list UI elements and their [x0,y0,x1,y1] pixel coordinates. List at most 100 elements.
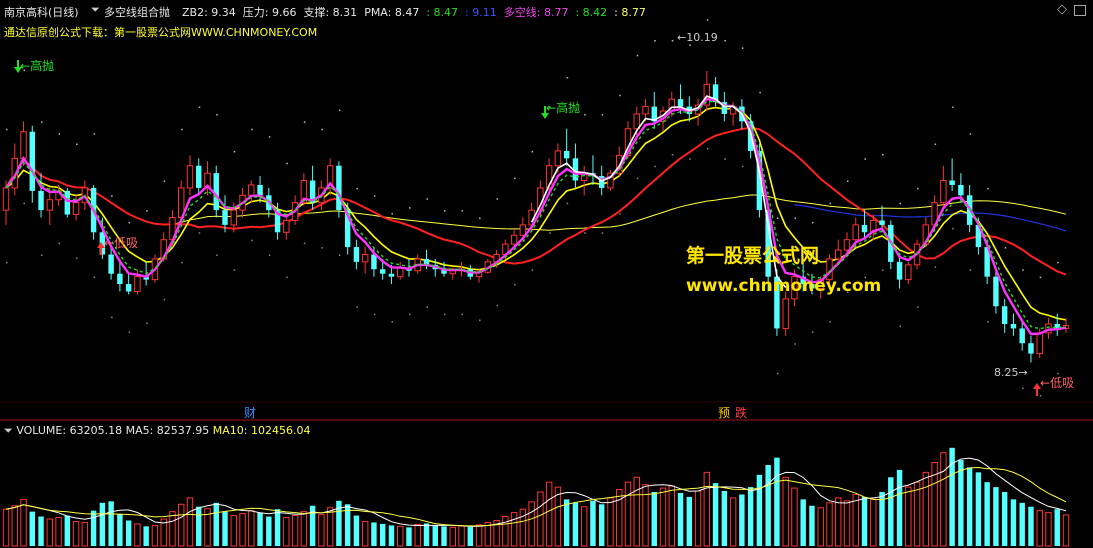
support-dot [654,165,656,168]
chart-header: 南京高科(日线) ⏷ 多空线组合抛 ZB2: 9.34 压力: 9.66 支撑: 8… [0,2,1093,20]
support-dot [496,304,499,307]
candle-body-up [230,209,237,226]
diamond-nav-icon[interactable]: ◇ [1057,2,1067,17]
volume-bar-up [46,518,54,547]
indicator-name[interactable]: 多空线组合抛 [104,4,170,20]
volume-bar-down [423,523,430,546]
pressure-dot [321,128,323,131]
candle-body-up [782,298,789,329]
volume-bar-up [186,497,194,547]
candle-body-up [2,187,10,211]
volume-bar-up [169,511,176,547]
volume-bar-down [467,526,474,546]
candle-body-down [117,273,123,285]
candle-body-up [642,106,649,115]
volume-bar-up [81,521,89,547]
volume-value: VOLUME: 63205.18 [16,424,123,437]
candle-body-down [677,99,684,107]
support-dot [111,316,113,319]
pressure-dot [619,94,621,97]
volume-bar-up [1036,510,1043,547]
candle-body-down [1028,343,1034,354]
support-dot [373,313,376,316]
support-dot [181,261,183,264]
volume-bar-up [870,498,877,547]
volume-bar-up [519,508,527,547]
support-dot [952,227,954,230]
volume-bar-down [143,526,149,546]
volume-bar-down [371,522,377,546]
indicator-value-3: PMA: 8.47 [364,6,420,19]
volume-bar-down [117,514,123,546]
candle-body-down [563,150,570,159]
volume-bar-up [396,525,404,547]
pressure-dot [303,121,306,123]
moving-average-lines [5,19,1067,397]
volume-bar-down [651,492,657,546]
volume-bar-down [213,502,219,546]
volume-bar-up [300,511,308,547]
window-restore-icon[interactable] [1074,5,1086,16]
candle-body-up [510,234,518,245]
volume-bar-down [975,472,982,546]
volume-ma10: MA10: 102456.04 [212,424,311,437]
volume-bar-down [993,487,999,546]
watermark-url: www.chnmoney.com [686,276,882,296]
pressure-dot [759,91,761,94]
pressure-dot [934,143,937,146]
pressure-dot [987,187,989,190]
support-dot [128,331,131,333]
pressure-dot [636,54,639,57]
support-dot [917,306,919,308]
collapse-triangle-icon[interactable]: ⏷ [4,424,13,437]
volume-bar-down [222,511,228,546]
support-dot [93,276,96,279]
indicator-value-2: 支撑: 8.31 [303,6,358,19]
support-dot [321,247,323,249]
pressure-dot [829,202,831,205]
volume-bar-up [475,524,483,547]
candle-body-down [958,184,964,196]
volume-bar-down [125,520,132,546]
candle-body-down [257,184,263,196]
volume-bar-up [913,481,921,547]
support-dot [1039,395,1042,397]
volume-bar-down [809,505,815,546]
volume-bars [2,447,1070,547]
stock-title[interactable]: 南京高科(日线) [4,4,79,20]
pressure-dot [111,195,113,197]
volume-bar-up [502,516,509,547]
pressure-dot [163,180,166,183]
pressure-dot [531,150,534,153]
volume-bar-down [379,523,386,546]
pressure-dot [689,44,691,46]
indicator-value-0: ZB2: 9.34 [182,6,236,19]
kline-chart[interactable] [0,0,1093,548]
candle-body-down [1019,328,1025,344]
cai-marker[interactable]: 财 [244,404,256,421]
pressure-dot [776,217,779,219]
pressure-dot [251,128,253,131]
volume-bar-down [572,502,579,546]
collapse-triangle-icon[interactable]: ⏷ [91,3,100,17]
indicator-value-4: : 8.47 [426,6,459,19]
indicator-value-6: 多空线: 8.77 [503,6,569,19]
volume-bar-down [99,502,106,546]
support-dot [163,298,166,301]
die-marker[interactable]: 跌 [735,404,747,421]
volume-bar-down [1054,509,1060,546]
volume-bar-up [449,526,456,547]
candle-body-up [633,113,640,130]
volume-bar-down [1001,492,1008,546]
high-sell-label-2: ←高抛 [546,101,581,115]
pressure-dot [864,158,867,160]
candle-body-down [371,254,377,270]
support-dot [479,319,481,322]
pressure-dot [601,113,604,116]
yu-marker[interactable]: 预 [718,404,730,421]
volume-bar-up [414,523,421,547]
pressure-dot [286,162,288,165]
candle-body-up [843,239,851,251]
volume-ma5: MA5: 82537.95 [125,424,210,437]
volume-bar-up [318,514,325,547]
